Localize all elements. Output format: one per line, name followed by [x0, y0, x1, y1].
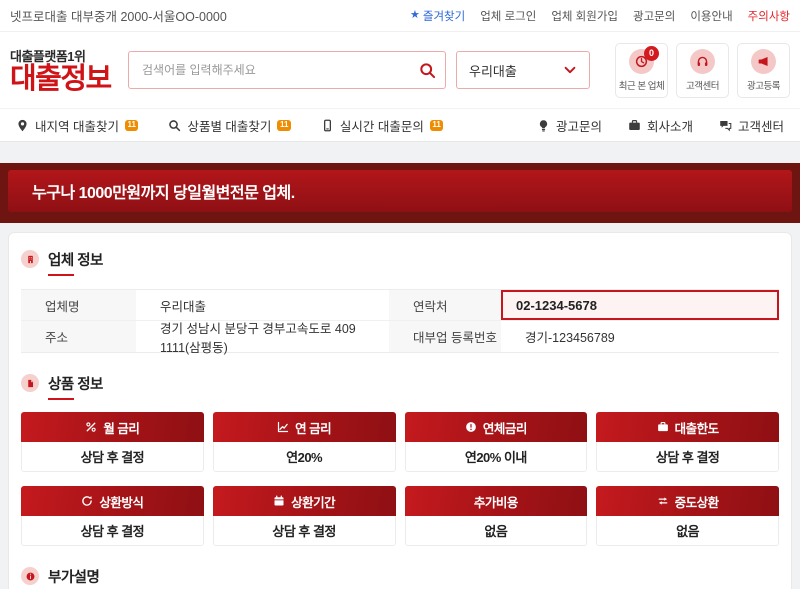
- phone-number[interactable]: 02-1234-5678: [501, 290, 779, 320]
- usage-guide-link[interactable]: 이용안내: [690, 8, 732, 24]
- product-value: 연20%: [213, 442, 396, 472]
- company-name-value: 우리대출: [136, 290, 389, 321]
- detail-card: 업체 정보 업체명 우리대출 연락처 02-1234-5678 주소 경기 성남…: [8, 232, 792, 589]
- topbar-links: ★즐겨찾기 업체 로그인 업체 회원가입 광고문의 이용안내 주의사항: [410, 8, 790, 24]
- product-box-loan-limit: 대출한도 상담 후 결정: [596, 412, 779, 472]
- vendor-login-link[interactable]: 업체 로그인: [480, 8, 536, 24]
- alert-circle-icon: [465, 421, 477, 433]
- product-box-overdue-rate: 연체금리 연20% 이내: [405, 412, 588, 472]
- main-nav: 내지역 대출찾기 11 상품별 대출찾기 11 실시간 대출문의 11 광고문의: [0, 108, 800, 142]
- product-value: 상담 후 결정: [21, 442, 204, 472]
- registration-number-value: 경기-123456789: [501, 321, 779, 352]
- site-logo[interactable]: 대출플랫폼1위 대출정보: [10, 46, 122, 94]
- building-icon: [21, 250, 39, 268]
- favorites-link[interactable]: ★즐겨찾기: [410, 8, 465, 24]
- nav-item-region-loans[interactable]: 내지역 대출찾기 11: [16, 116, 138, 135]
- nav-item-realtime-inquiry[interactable]: 실시간 대출문의 11: [321, 116, 443, 135]
- product-value: 상담 후 결정: [596, 442, 779, 472]
- promo-banner-text: 누구나 1000만원까지 당일월변전문 업체.: [32, 179, 295, 203]
- repeat-icon: [657, 495, 669, 507]
- nav-item-ad-inquiry[interactable]: 광고문의: [537, 116, 602, 135]
- location-pin-icon: [16, 119, 29, 132]
- smartphone-icon: [321, 119, 334, 132]
- category-dropdown[interactable]: 우리대출: [456, 51, 590, 89]
- star-icon: ★: [410, 10, 420, 21]
- topbar: 넷프로대출 대부중개 2000-서울OO-0000 ★즐겨찾기 업체 로그인 업…: [0, 0, 800, 32]
- count-badge: 11: [125, 120, 138, 131]
- briefcase-icon: [657, 421, 669, 433]
- extra-info-section-header: 부가설명: [21, 566, 779, 589]
- company-registration-text: 넷프로대출 대부중개 2000-서울OO-0000: [10, 6, 227, 25]
- section-title: 부가설명: [48, 566, 99, 587]
- product-value: 없음: [405, 516, 588, 546]
- ad-register-button[interactable]: 광고등록: [737, 43, 790, 98]
- product-value: 상담 후 결정: [21, 516, 204, 546]
- section-title: 상품 정보: [48, 373, 103, 394]
- briefcase-icon: [628, 119, 641, 132]
- contact-value-cell: 02-1234-5678: [501, 290, 779, 321]
- section-title: 업체 정보: [48, 249, 103, 270]
- promo-band: 누구나 1000만원까지 당일월변전문 업체.: [0, 163, 800, 223]
- search-input[interactable]: [128, 51, 446, 89]
- search-icon: [419, 62, 436, 79]
- promo-banner: 누구나 1000만원까지 당일월변전문 업체.: [8, 170, 792, 212]
- company-info-section-header: 업체 정보: [21, 249, 779, 276]
- company-info-table: 업체명 우리대출 연락처 02-1234-5678 주소 경기 성남시 분당구 …: [21, 289, 779, 353]
- caution-link[interactable]: 주의사항: [748, 8, 790, 24]
- logo-title: 대출정보: [10, 65, 122, 94]
- search-button[interactable]: [412, 55, 442, 85]
- header-quick-buttons: 0 최근 본 업체 고객센터 광고등록: [615, 43, 790, 98]
- address-value: 경기 성남시 분당구 경부고속도로 409 1111(삼평동): [136, 321, 389, 352]
- search-icon: [168, 119, 181, 132]
- product-box-annual-rate: 연 금리 연20%: [213, 412, 396, 472]
- recent-viewed-count-badge: 0: [644, 46, 659, 61]
- registration-number-label: 대부업 등록번호: [389, 321, 501, 352]
- product-box-repayment-period: 상환기간 상담 후 결정: [213, 486, 396, 546]
- product-box-monthly-rate: 월 금리 상담 후 결정: [21, 412, 204, 472]
- address-label: 주소: [21, 321, 136, 352]
- product-grid: 월 금리 상담 후 결정 연 금리 연20% 연체금리 연20% 이내 대출한도…: [21, 412, 779, 546]
- count-badge: 11: [277, 120, 290, 131]
- refresh-icon: [81, 495, 93, 507]
- megaphone-icon: [751, 49, 776, 74]
- chat-icon: [719, 119, 732, 132]
- header: 대출플랫폼1위 대출정보 우리대출 0 최근 본 업체 고객센터: [0, 32, 800, 108]
- nav-item-product-loans[interactable]: 상품별 대출찾기 11: [168, 116, 290, 135]
- chart-up-icon: [277, 421, 289, 433]
- nav-item-company-intro[interactable]: 회사소개: [628, 116, 693, 135]
- contact-label: 연락처: [389, 290, 501, 321]
- nav-left-items: 내지역 대출찾기 11 상품별 대출찾기 11 실시간 대출문의 11: [16, 116, 443, 135]
- product-box-repayment-method: 상환방식 상담 후 결정: [21, 486, 204, 546]
- count-badge: 11: [430, 120, 443, 131]
- lightbulb-icon: [537, 119, 550, 132]
- nav-item-customer-center[interactable]: 고객센터: [719, 116, 784, 135]
- nav-right-items: 광고문의 회사소개 고객센터: [537, 116, 784, 135]
- company-name-label: 업체명: [21, 290, 136, 321]
- category-selected-value: 우리대출: [469, 61, 517, 80]
- product-box-early-repayment: 중도상환 없음: [596, 486, 779, 546]
- title-underline: [48, 274, 74, 276]
- product-box-extra-cost: 추가비용 없음: [405, 486, 588, 546]
- info-circle-icon: [21, 567, 39, 585]
- customer-center-button[interactable]: 고객센터: [676, 43, 729, 98]
- recent-viewed-button[interactable]: 0 최근 본 업체: [615, 43, 668, 98]
- product-info-section-header: 상품 정보: [21, 373, 779, 400]
- calendar-icon: [273, 495, 285, 507]
- product-value: 연20% 이내: [405, 442, 588, 472]
- product-value: 없음: [596, 516, 779, 546]
- product-value: 상담 후 결정: [213, 516, 396, 546]
- vendor-signup-link[interactable]: 업체 회원가입: [551, 8, 618, 24]
- document-icon: [21, 374, 39, 392]
- ad-inquiry-link[interactable]: 광고문의: [633, 8, 675, 24]
- chevron-down-icon: [563, 63, 577, 77]
- title-underline: [48, 398, 74, 400]
- headset-icon: [690, 49, 715, 74]
- search-area: [128, 51, 446, 89]
- percent-icon: [85, 421, 97, 433]
